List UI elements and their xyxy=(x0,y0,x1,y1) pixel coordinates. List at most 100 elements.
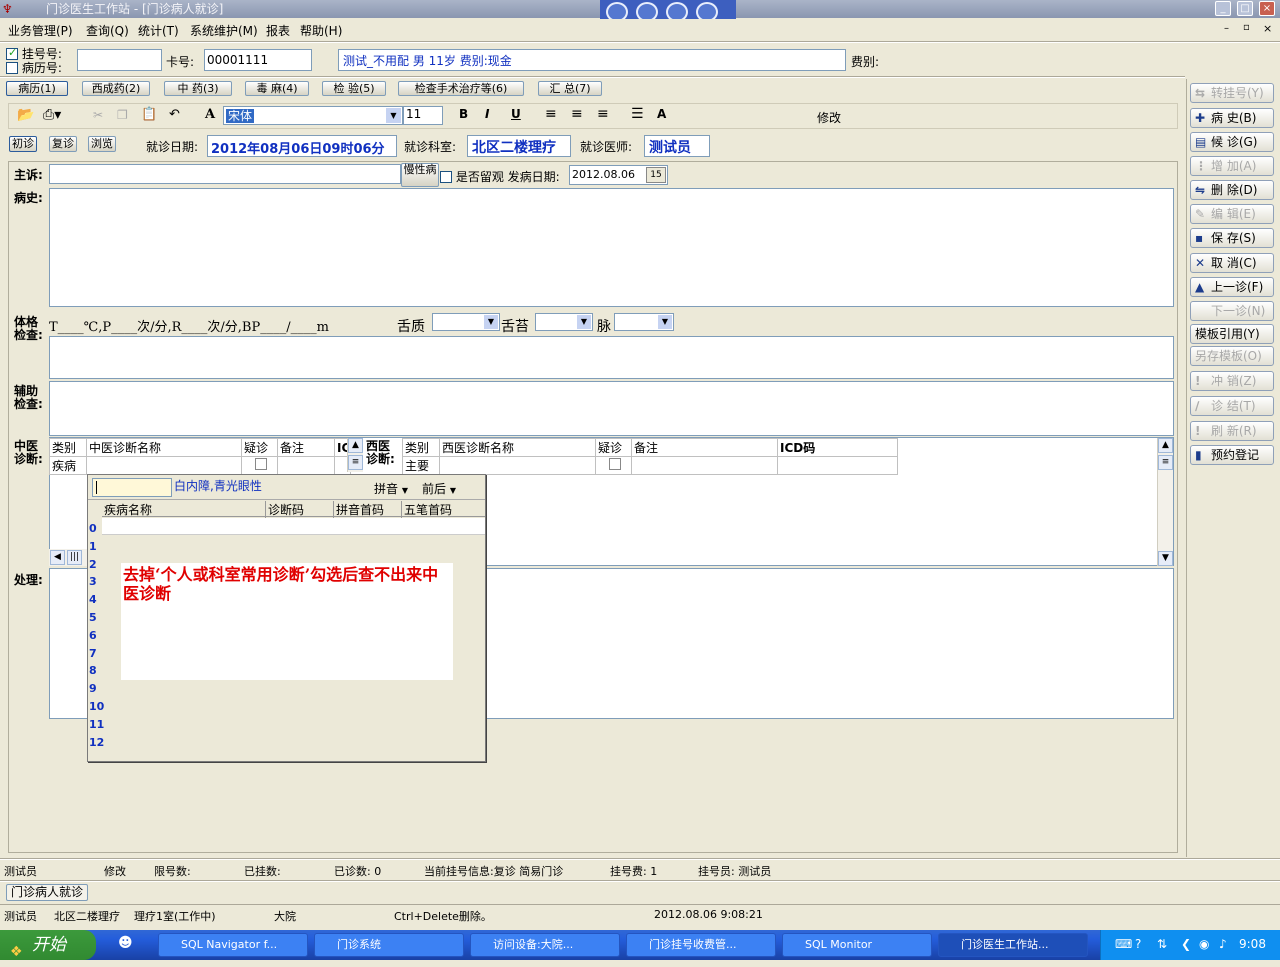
underline-button[interactable]: U xyxy=(511,107,521,121)
pulse-select[interactable]: ▼ xyxy=(614,313,674,331)
tcm-row-name[interactable] xyxy=(86,456,242,475)
scroll-up-icon[interactable]: ▲ xyxy=(348,438,363,453)
table-row[interactable] xyxy=(102,518,485,535)
diagnosis-scrollbar[interactable]: ▲ ≡ ▼ xyxy=(1157,438,1173,566)
menu-report[interactable]: 报表 xyxy=(266,22,290,39)
menu-help[interactable]: 帮助(H) xyxy=(300,22,342,39)
close-icon[interactable]: × xyxy=(1259,1,1275,16)
keyboard-icon[interactable]: ⌨ xyxy=(1115,937,1132,951)
scroll-thumb[interactable]: ≡ xyxy=(1158,455,1173,470)
action-button-1[interactable]: ✚ 病 史(B) xyxy=(1190,108,1274,128)
undo-icon[interactable]: ↶ xyxy=(169,107,180,122)
wm-row-name[interactable] xyxy=(439,456,596,475)
volume-icon[interactable]: ♪ xyxy=(1219,937,1227,951)
cut-icon[interactable]: ✂ xyxy=(93,108,103,122)
table-row[interactable]: 疾病 xyxy=(49,456,352,475)
tab-summary[interactable]: 汇 总(7) xyxy=(538,81,602,96)
mdi-close-icon[interactable]: × xyxy=(1263,22,1272,35)
menu-stats[interactable]: 统计(T) xyxy=(138,22,179,39)
align-center-icon[interactable]: ≡ xyxy=(571,106,583,122)
maximize-icon[interactable]: □ xyxy=(1237,1,1253,16)
chronic-button[interactable]: 慢性病 xyxy=(401,163,439,187)
action-button-4[interactable]: ⇋ 删 除(D) xyxy=(1190,180,1274,200)
bullet-list-icon[interactable]: ☰ xyxy=(631,106,644,122)
lookup-order-select[interactable]: 前后 ▼ xyxy=(422,480,456,497)
tcm-scrollbar[interactable]: ▲ ≡ xyxy=(347,438,363,472)
history-textarea[interactable] xyxy=(49,188,1174,307)
tab-record[interactable]: 病历(1) xyxy=(6,81,68,96)
task-sql-monitor[interactable]: SQL Monitor xyxy=(782,933,932,957)
action-button-12[interactable]: ! 冲 销(Z) xyxy=(1190,371,1274,391)
minimize-icon[interactable]: _ xyxy=(1215,1,1231,16)
tab-exam-surgery[interactable]: 检查手术治疗等(6) xyxy=(398,81,524,96)
wm-row-icd[interactable] xyxy=(777,456,898,475)
action-button-5[interactable]: ✎ 编 辑(E) xyxy=(1190,204,1274,224)
calendar-icon[interactable]: 15 xyxy=(646,167,666,183)
start-button[interactable]: ❖ 开始 xyxy=(0,930,96,960)
chevron-left-icon[interactable]: ❮ xyxy=(1181,937,1191,951)
scroll-down-icon[interactable]: ▼ xyxy=(1158,551,1173,566)
tab-chinese-medicine[interactable]: 中 药(3) xyxy=(164,81,232,96)
tab-western-medicine[interactable]: 西成药(2) xyxy=(82,81,150,96)
action-button-6[interactable]: ▪ 保 存(S) xyxy=(1190,228,1274,248)
action-button-15[interactable]: ▮ 预约登记 xyxy=(1190,445,1274,465)
complaint-input[interactable] xyxy=(49,164,401,184)
first-visit-button[interactable]: 初诊 xyxy=(9,136,37,152)
font-color-icon[interactable]: A xyxy=(657,107,666,121)
coating-select[interactable]: ▼ xyxy=(535,313,593,331)
browse-button[interactable]: 浏览 xyxy=(88,136,116,152)
task-sql-navigator[interactable]: SQL Navigator f... xyxy=(158,933,308,957)
menu-business[interactable]: 业务管理(P) xyxy=(8,22,73,39)
card-input[interactable]: 00001111 xyxy=(204,49,312,71)
lookup-mode-select[interactable]: 拼音 ▼ xyxy=(374,480,408,497)
h-scrollbar[interactable]: ◀ ||| xyxy=(49,549,87,566)
action-button-11[interactable]: 另存模板(O) xyxy=(1190,346,1274,366)
action-button-0[interactable]: ⇆ 转挂号(Y) xyxy=(1190,83,1274,103)
action-button-2[interactable]: ▤ 候 诊(G) xyxy=(1190,132,1274,152)
print-icon[interactable]: ⎙▾ xyxy=(43,107,61,123)
chevron-down-icon[interactable]: ▼ xyxy=(658,315,672,329)
scroll-up-icon[interactable]: ▲ xyxy=(1158,438,1173,453)
task-registration[interactable]: 门诊挂号收费管... xyxy=(626,933,776,957)
tray-app-icon[interactable]: ◉ xyxy=(1199,937,1209,951)
align-left-icon[interactable]: ≡ xyxy=(545,106,557,122)
action-button-14[interactable]: ! 刷 新(R) xyxy=(1190,421,1274,441)
scroll-thumb[interactable]: ≡ xyxy=(348,455,363,470)
bold-button[interactable]: B xyxy=(459,107,468,121)
tcm-diagnosis-grid[interactable]: 类别 中医诊断名称 疑诊 备注 IC 疾病 xyxy=(49,438,352,475)
action-button-13[interactable]: ∕ 诊 结(T) xyxy=(1190,396,1274,416)
task-access-device[interactable]: 访问设备:大院... xyxy=(470,933,620,957)
action-button-7[interactable]: ✕ 取 消(C) xyxy=(1190,253,1274,273)
exam-textarea[interactable] xyxy=(49,336,1174,379)
action-button-3[interactable]: ⋮ 增 加(A) xyxy=(1190,156,1274,176)
align-right-icon[interactable]: ≡ xyxy=(597,106,609,122)
task-doctor-station[interactable]: 门诊医生工作站... xyxy=(938,933,1088,957)
lookup-input[interactable] xyxy=(92,478,172,497)
font-size-input[interactable]: 11 xyxy=(403,106,443,125)
network-icon[interactable]: ⇅ xyxy=(1157,937,1167,951)
help-icon[interactable]: ? xyxy=(1135,937,1141,951)
mdi-tab-clinic[interactable]: 门诊病人就诊 xyxy=(6,884,88,901)
mdi-minimize-icon[interactable]: – xyxy=(1224,23,1229,34)
paste-icon[interactable]: 📋 xyxy=(141,107,157,122)
tab-narcotics[interactable]: 毒 麻(4) xyxy=(245,81,309,96)
wm-suspect-checkbox[interactable] xyxy=(608,458,621,470)
aux-exam-textarea[interactable] xyxy=(49,381,1174,436)
italic-button[interactable]: I xyxy=(485,107,489,121)
wm-row-note[interactable] xyxy=(631,456,778,475)
panda-icon[interactable]: ☻ xyxy=(118,935,133,951)
tcm-row-note[interactable] xyxy=(277,456,335,475)
copy-icon[interactable]: ❐ xyxy=(117,108,128,122)
record-checkbox[interactable] xyxy=(6,62,18,74)
reg-no-input[interactable] xyxy=(77,49,162,71)
open-icon[interactable]: 📂 xyxy=(17,107,34,123)
tongue-select[interactable]: ▼ xyxy=(432,313,500,331)
tcm-suspect-checkbox[interactable] xyxy=(254,458,267,470)
chevron-down-icon[interactable]: ▼ xyxy=(577,315,591,329)
wm-diagnosis-grid[interactable]: 类别 西医诊断名称 疑诊 备注 ICD码 主要 xyxy=(402,438,898,475)
chevron-down-icon[interactable]: ▼ xyxy=(484,315,498,329)
action-button-10[interactable]: 模板引用(Y) xyxy=(1190,324,1274,344)
task-clinic-system[interactable]: 门诊系统 xyxy=(314,933,464,957)
scroll-left-icon[interactable]: ◀ xyxy=(50,550,65,565)
action-button-8[interactable]: ▲ 上一诊(F) xyxy=(1190,277,1274,297)
